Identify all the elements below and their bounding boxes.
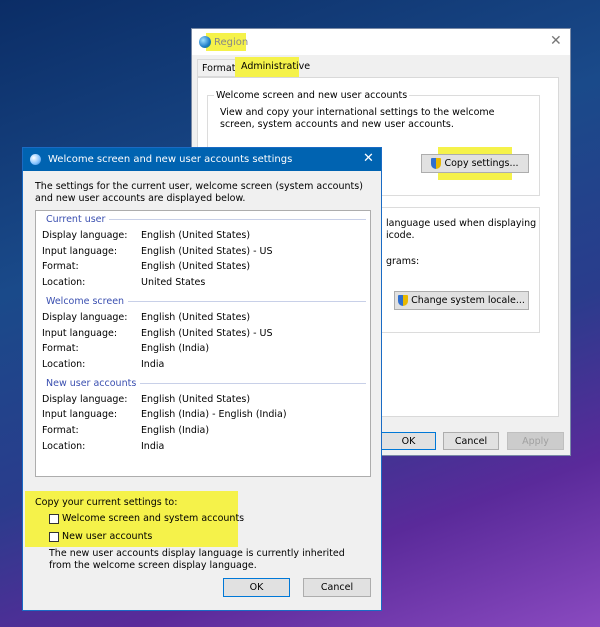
dialog-title: Welcome screen and new user accounts set… bbox=[48, 154, 293, 165]
setting-row: Location: India bbox=[42, 358, 165, 370]
globe-icon bbox=[199, 36, 211, 48]
region-titlebar bbox=[192, 29, 570, 55]
close-icon[interactable]: ✕ bbox=[363, 151, 374, 166]
settings-list: Current user Display language: English (Un… bbox=[35, 210, 371, 477]
setting-row: Input language: English (India) - English… bbox=[42, 409, 287, 421]
cancel-button[interactable]: Cancel bbox=[443, 432, 499, 450]
change-system-locale-button[interactable]: Change system locale... bbox=[394, 291, 529, 310]
copy-settings-button[interactable]: Copy settings... bbox=[421, 154, 529, 173]
section-header: Current user bbox=[46, 214, 366, 225]
group-description: View and copy your international setting… bbox=[220, 107, 495, 130]
tab-administrative[interactable]: Administrative bbox=[237, 59, 314, 77]
intro-text: The settings for the current user, welco… bbox=[35, 181, 363, 204]
setting-row: Format: English (India) bbox=[42, 343, 210, 355]
setting-row: Input language: English (United States) -… bbox=[42, 327, 273, 339]
close-icon[interactable]: ✕ bbox=[550, 33, 562, 49]
setting-row: Display language: English (United States) bbox=[42, 311, 251, 323]
checkbox-new-user-accounts[interactable]: New user accounts bbox=[49, 531, 152, 542]
setting-row: Format: English (India) bbox=[42, 425, 210, 436]
group-title: Welcome screen and new user accounts bbox=[214, 90, 410, 101]
setting-row: Location: India bbox=[42, 440, 165, 452]
setting-row: Display language: English (United States) bbox=[42, 393, 251, 405]
locale-text: icode. bbox=[386, 230, 415, 241]
settings-dialog: Welcome screen and new user accounts set… bbox=[22, 147, 382, 611]
setting-row: Input language: English (United States) -… bbox=[42, 245, 273, 257]
note-text: The new user accounts display language i… bbox=[49, 548, 345, 571]
shield-icon bbox=[431, 158, 442, 169]
window-title: Region bbox=[214, 37, 249, 48]
section-header: Welcome screen bbox=[46, 296, 366, 307]
dialog-ok-button[interactable]: OK bbox=[223, 578, 290, 597]
shield-icon bbox=[398, 295, 409, 306]
section-header: New user accounts bbox=[46, 378, 366, 389]
ok-button[interactable]: OK bbox=[381, 432, 436, 450]
copy-label: Copy your current settings to: bbox=[35, 497, 178, 508]
setting-row: Display language: English (United States) bbox=[42, 230, 251, 241]
dialog-cancel-button[interactable]: Cancel bbox=[303, 578, 371, 597]
locale-text: grams: bbox=[386, 256, 420, 267]
apply-button[interactable]: Apply bbox=[507, 432, 564, 450]
setting-row: Format: English (United States) bbox=[42, 261, 251, 273]
checkbox-welcome-screen[interactable]: Welcome screen and system accounts bbox=[49, 513, 244, 524]
locale-text: language used when displaying bbox=[386, 218, 537, 229]
setting-row: Location: United States bbox=[42, 277, 206, 289]
globe-icon bbox=[30, 154, 41, 165]
